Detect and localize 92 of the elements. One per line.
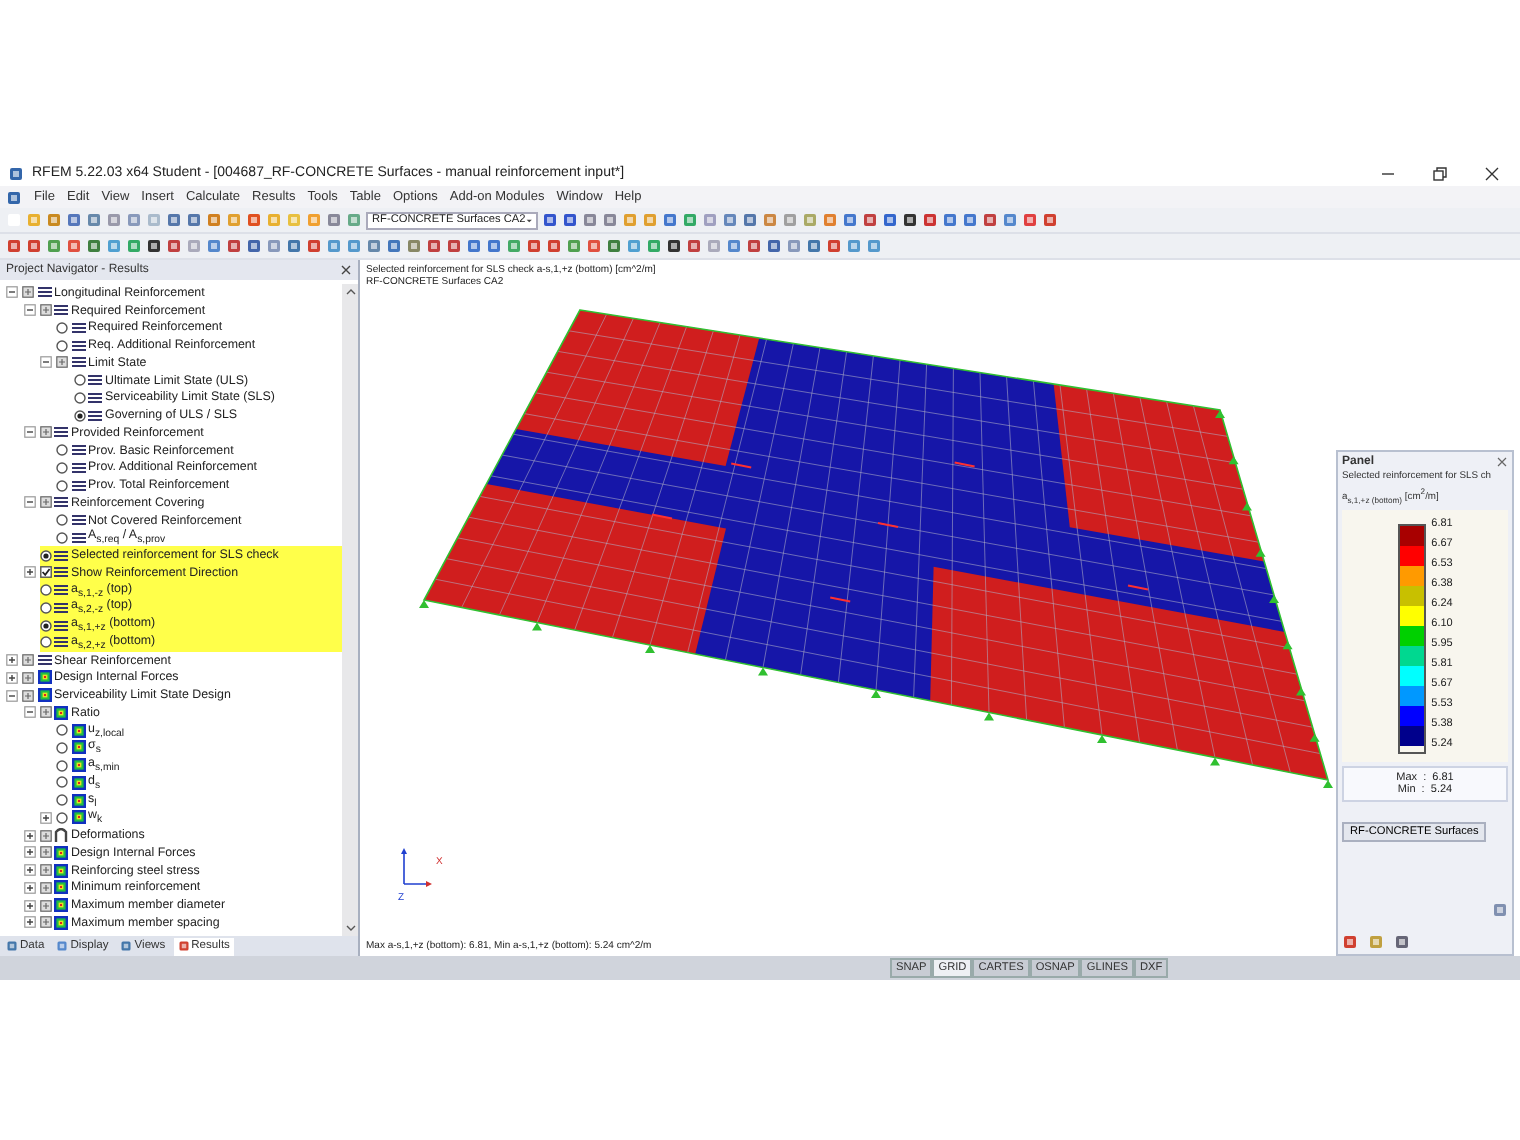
list-icon: [37, 286, 51, 299]
radio-button[interactable]: [56, 724, 68, 737]
group-icon: [39, 846, 51, 859]
expand-toggle[interactable]: [6, 671, 18, 684]
expand-toggle[interactable]: [23, 706, 35, 719]
scroll-up-icon[interactable]: [345, 288, 355, 296]
radio-button[interactable]: [56, 794, 68, 807]
contour-icon: [54, 845, 68, 860]
expand-toggle[interactable]: [23, 864, 35, 877]
list-icon: [54, 549, 68, 562]
group-icon: [39, 304, 51, 317]
close-icon[interactable]: [1484, 165, 1500, 181]
radio-button[interactable]: [39, 601, 51, 614]
group-icon: [22, 671, 34, 684]
radio-button[interactable]: [56, 339, 68, 352]
group-icon: [39, 881, 51, 894]
list-icon: [88, 374, 102, 387]
expand-toggle[interactable]: [23, 304, 35, 317]
list-icon: [54, 566, 68, 579]
radio-button[interactable]: [56, 514, 68, 527]
scroll-down-icon[interactable]: [345, 924, 355, 932]
expand-toggle[interactable]: [23, 829, 35, 842]
group-icon: [56, 356, 68, 369]
group-icon: [39, 864, 51, 877]
radio-button[interactable]: [56, 479, 68, 492]
radio-button[interactable]: [73, 409, 85, 422]
group-icon: [22, 654, 34, 667]
list-icon: [54, 601, 68, 614]
expand-toggle[interactable]: [23, 566, 35, 579]
list-icon: [71, 461, 85, 474]
expand-toggle[interactable]: [23, 846, 35, 859]
group-icon: [22, 689, 34, 702]
radio-button[interactable]: [56, 741, 68, 754]
contour-icon: [37, 670, 51, 685]
expand-toggle[interactable]: [23, 426, 35, 439]
expand-toggle[interactable]: [6, 689, 18, 702]
list-icon: [71, 339, 85, 352]
list-icon: [71, 356, 85, 369]
radio-button[interactable]: [56, 321, 68, 334]
radio-button[interactable]: [39, 636, 51, 649]
tab-icon: [6, 940, 18, 952]
group-icon: [39, 496, 51, 509]
expand-toggle[interactable]: [40, 811, 52, 824]
radio-button[interactable]: [73, 391, 85, 404]
expand-toggle[interactable]: [23, 899, 35, 912]
list-icon: [54, 584, 68, 597]
contour-icon: [37, 688, 51, 703]
list-icon: [37, 654, 51, 667]
list-icon: [54, 636, 68, 649]
contour-icon: [54, 705, 68, 720]
list-icon: [54, 619, 68, 632]
group-icon: [39, 829, 51, 842]
radio-button[interactable]: [56, 811, 68, 824]
radio-button[interactable]: [39, 619, 51, 632]
list-icon: [71, 479, 85, 492]
expand-toggle[interactable]: [23, 881, 35, 894]
radio-button[interactable]: [39, 584, 51, 597]
restore-icon[interactable]: [1432, 165, 1448, 181]
expand-toggle[interactable]: [6, 286, 18, 299]
list-icon: [71, 531, 85, 544]
list-icon: [71, 514, 85, 527]
radio-button[interactable]: [39, 549, 51, 562]
tab-icon: [120, 940, 133, 952]
group-icon: [39, 706, 51, 719]
list-icon: [88, 409, 102, 422]
scrollbar[interactable]: [342, 284, 358, 936]
deformation-icon: [54, 828, 68, 843]
list-icon: [71, 321, 85, 334]
list-icon: [71, 444, 85, 457]
radio-button[interactable]: [73, 374, 85, 387]
expand-toggle[interactable]: [6, 654, 18, 667]
tab-icon: [56, 940, 69, 952]
group-icon: [39, 426, 51, 439]
expand-toggle[interactable]: [23, 916, 35, 929]
list-icon: [88, 391, 102, 404]
expand-toggle[interactable]: [23, 496, 35, 509]
list-icon: [54, 496, 68, 509]
group-icon: [39, 916, 51, 929]
list-icon: [54, 304, 68, 317]
list-icon: [54, 426, 68, 439]
close-icon[interactable]: [340, 264, 352, 276]
radio-button[interactable]: [56, 531, 68, 544]
group-icon: [22, 286, 34, 299]
axis-icon: [401, 848, 432, 887]
checkbox[interactable]: [39, 566, 51, 579]
radio-button[interactable]: [56, 776, 68, 789]
radio-button[interactable]: [56, 759, 68, 772]
radio-button[interactable]: [56, 444, 68, 457]
tab-icon: [177, 940, 190, 952]
radio-button[interactable]: [56, 461, 68, 474]
group-icon: [39, 899, 51, 912]
expand-toggle[interactable]: [40, 356, 52, 369]
